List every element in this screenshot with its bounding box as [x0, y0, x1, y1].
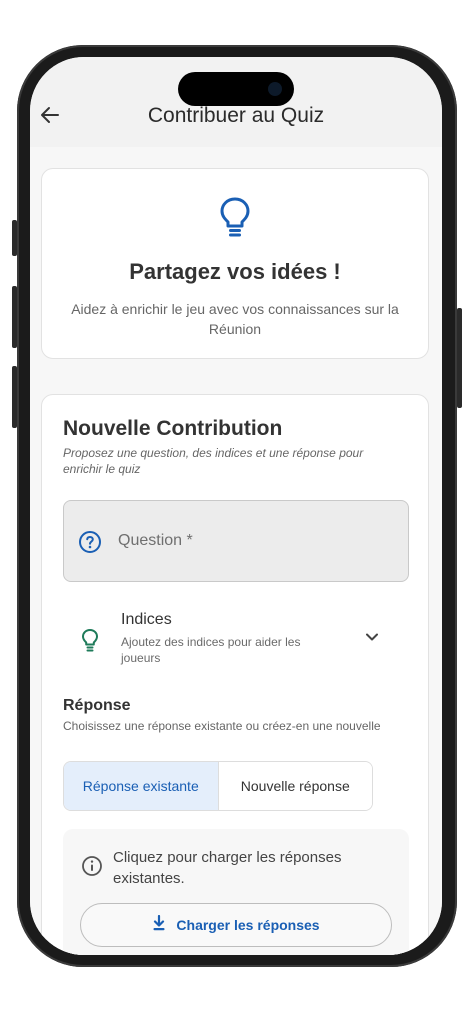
indices-expander[interactable]: Indices Ajoutez des indices pour aider l…	[63, 608, 409, 668]
reponse-subtitle: Choisissez une réponse existante ou crée…	[63, 719, 381, 733]
intro-heading: Partagez vos idées !	[129, 259, 341, 284]
help-circle-icon	[78, 530, 102, 559]
question-input[interactable]: Question *	[63, 500, 409, 582]
download-icon	[152, 914, 166, 936]
lightbulb-icon	[218, 195, 252, 244]
contribution-subtitle: Proposez une question, des indices et un…	[63, 446, 364, 476]
phone-screen: Contribuer au Quiz Partagez vos idées ! …	[30, 57, 442, 955]
chevron-down-icon	[363, 628, 381, 651]
indices-subtitle: Ajoutez des indices pour aider les joueu…	[121, 635, 301, 665]
load-answers-label: Charger les réponses	[176, 917, 320, 933]
contribution-card: Nouvelle Contribution Proposez une quest…	[41, 394, 429, 955]
contribution-title: Nouvelle Contribution	[63, 417, 283, 440]
lightbulb-icon	[81, 628, 99, 657]
intro-card: Partagez vos idées ! Aidez à enrichir le…	[41, 168, 429, 359]
load-answers-button[interactable]: Charger les réponses	[80, 903, 392, 947]
info-text: Cliquez pour charger les réponses exista…	[113, 849, 342, 887]
intro-text: Aidez à enrichir le jeu avec vos connais…	[71, 301, 399, 337]
info-box: Cliquez pour charger les réponses exista…	[63, 829, 409, 955]
toggle-nouvelle-reponse[interactable]: Nouvelle réponse	[217, 762, 372, 810]
indices-title: Indices	[121, 611, 172, 628]
page-title: Contribuer au Quiz	[147, 104, 325, 127]
reponse-toggle: Réponse existante Nouvelle réponse	[63, 761, 373, 811]
toggle-reponse-existante[interactable]: Réponse existante	[64, 762, 218, 810]
side-button-power	[457, 308, 462, 408]
camera-icon	[268, 82, 282, 96]
page-body: Partagez vos idées ! Aidez à enrichir le…	[30, 147, 442, 955]
question-placeholder: Question *	[118, 532, 193, 549]
info-icon	[81, 855, 103, 882]
reponse-title: Réponse	[63, 697, 131, 714]
dynamic-island	[178, 72, 294, 106]
